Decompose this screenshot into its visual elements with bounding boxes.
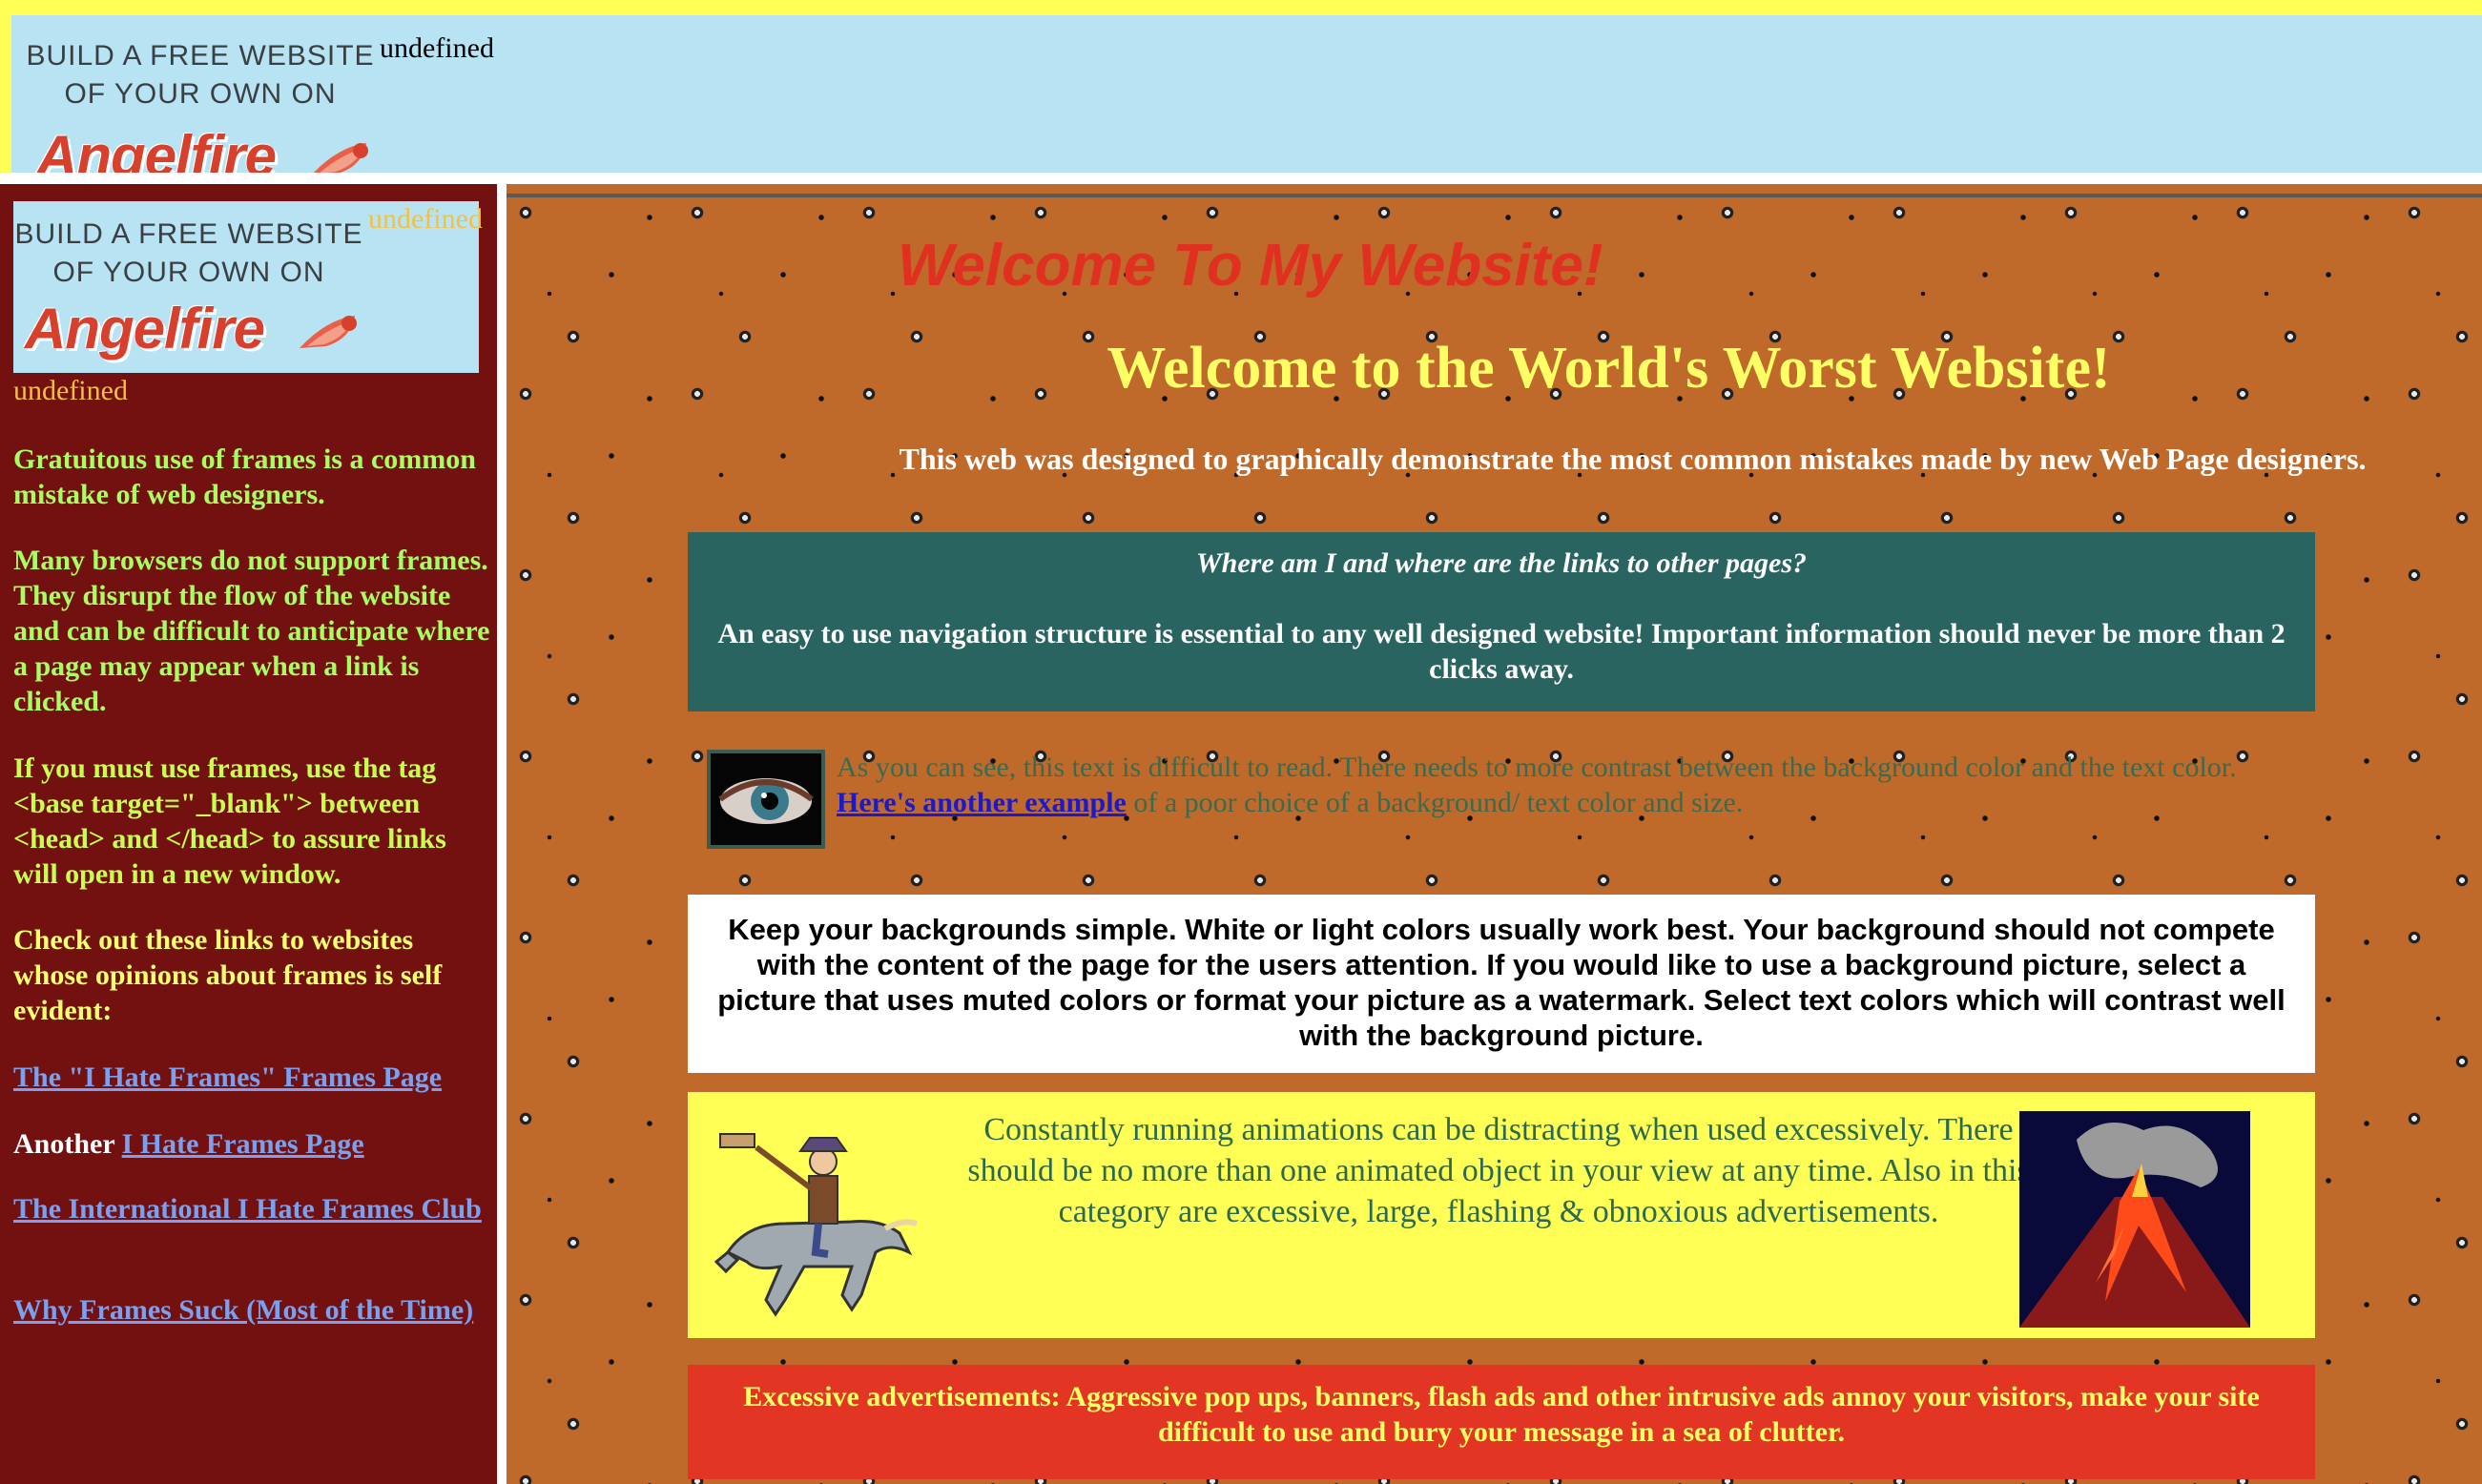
navigation-question: Where am I and where are the links to ot… [1195, 547, 1808, 579]
frame-divider-vertical[interactable] [497, 184, 507, 1484]
angelfire-comet-icon [313, 143, 368, 173]
link-i-hate-frames-page[interactable]: The "I Hate Frames" Frames Page [13, 1061, 442, 1093]
left-frame: BUILD A FREE WEBSITE OF YOUR OWN ON Ange… [0, 184, 497, 1484]
cowboy-painter-image [714, 1133, 919, 1317]
advertisements-box: Excessive advertisements: Aggressive pop… [688, 1365, 2315, 1479]
angelfire-comet-icon [300, 316, 357, 348]
animation-text: Constantly running animations can be dis… [967, 1112, 2030, 1229]
link-why-frames-suck[interactable]: Why Frames Suck (Most of the Time) [13, 1294, 473, 1326]
angelfire-banner-ad[interactable]: BUILD A FREE WEBSITE OF YOUR OWN ON Ange… [25, 25, 376, 173]
undefined-text: undefined [368, 203, 483, 235]
ad-line-1: BUILD A FREE WEBSITE [26, 40, 375, 72]
ad-line-2: OF YOUR OWN ON [64, 78, 337, 110]
frame-divider-horizontal[interactable] [0, 173, 2482, 184]
angelfire-logo: Angelfire [36, 124, 277, 174]
link-international-club[interactable]: The International I Hate Frames Club [13, 1193, 482, 1225]
top-frame: BUILD A FREE WEBSITE OF YOUR OWN ON Ange… [11, 15, 2482, 173]
welcome-heading: Welcome to the World's Worst Website! [1107, 336, 2111, 401]
contrast-text-start: As you can see, this text is difficult t… [837, 752, 2237, 783]
another-example-link[interactable]: Here's another example [837, 787, 1127, 818]
top-border-line [507, 194, 2482, 197]
frames-problem-text: Many browsers do not support frames. The… [13, 545, 490, 717]
animation-box: Constantly running animations can be dis… [688, 1092, 2315, 1338]
navigation-box: Where am I and where are the links to ot… [688, 532, 2315, 711]
undefined-text: undefined [380, 32, 494, 64]
angelfire-logo: Angelfire [25, 297, 265, 361]
navigation-body: An easy to use navigation structure is e… [717, 618, 2286, 685]
ad-line-2: OF YOUR OWN ON [52, 257, 325, 288]
welcome-heading-red: Welcome To My Website! [898, 233, 1603, 299]
main-frame: Welcome To My Website! Welcome to the Wo… [507, 184, 2482, 1484]
eye-image [707, 750, 825, 849]
contrast-text-end: of a poor choice of a background/ text c… [1133, 787, 1744, 818]
ad-line-1: BUILD A FREE WEBSITE [14, 218, 363, 250]
another-label: Another [13, 1128, 115, 1160]
contrast-section: As you can see, this text is difficult t… [707, 750, 2328, 855]
link-i-hate-frames-page-2[interactable]: I Hate Frames Page [122, 1128, 364, 1160]
advertisements-text: Excessive advertisements: Aggressive pop… [743, 1381, 2260, 1448]
frames-tip-text: If you must use frames, use the tag <bas… [13, 752, 446, 890]
subtitle: This web was designed to graphically dem… [899, 442, 2367, 476]
undefined-text: undefined [13, 375, 128, 406]
frames-intro-text: Gratuitous use of frames is a common mis… [13, 443, 476, 510]
background-advice-text: Keep your backgrounds simple. White or l… [717, 913, 2286, 1052]
frames-links-intro: Check out these links to websites whose … [13, 924, 443, 1026]
volcano-image [2019, 1111, 2250, 1328]
contrast-text: As you can see, this text is difficult t… [837, 750, 2306, 820]
background-advice-box: Keep your backgrounds simple. White or l… [688, 895, 2315, 1073]
